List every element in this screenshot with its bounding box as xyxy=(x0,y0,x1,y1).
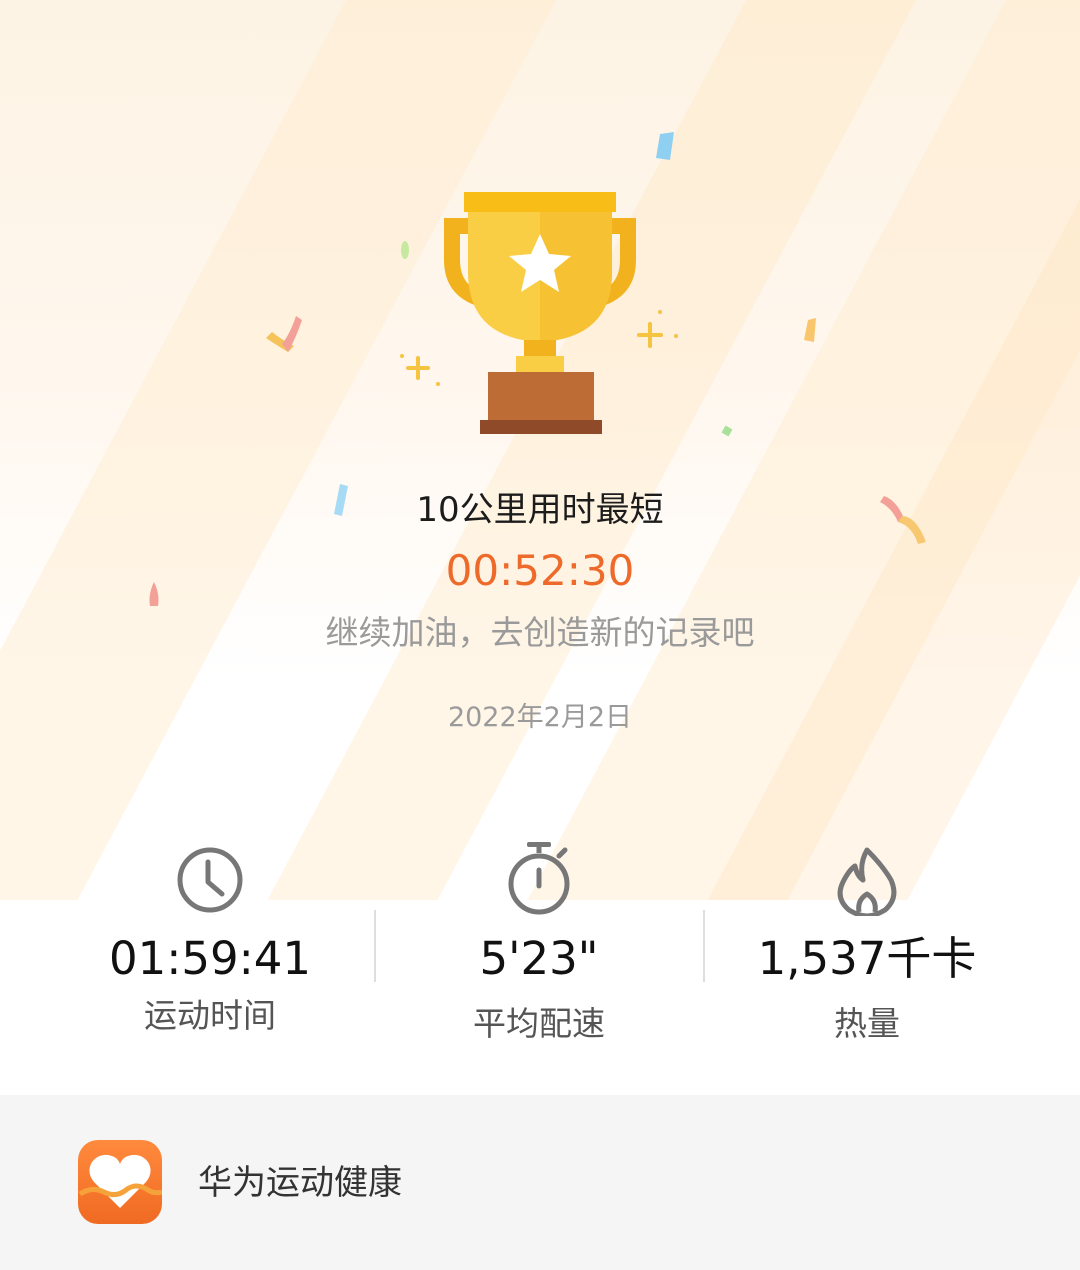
app-name: 华为运动健康 xyxy=(198,1163,402,1203)
confetti-icon xyxy=(721,425,733,437)
stat-label: 平均配速 xyxy=(473,1004,605,1043)
stat-value: 5'23" xyxy=(479,932,599,985)
record-value: 00:52:30 xyxy=(445,546,635,595)
confetti-icon xyxy=(656,132,674,160)
stat-value: 1,537千卡 xyxy=(757,932,977,985)
stat-average-pace: 5'23" 平均配速 xyxy=(374,840,704,1048)
sparkle-icon xyxy=(400,354,440,386)
confetti-icon xyxy=(401,241,409,259)
stat-label: 运动时间 xyxy=(144,996,276,1035)
stat-workout-time: 01:59:41 运动时间 xyxy=(45,840,375,1040)
stopwatch-icon xyxy=(508,842,570,915)
trophy-icon xyxy=(444,192,636,434)
app-footer: 华为运动健康 xyxy=(0,1095,1080,1270)
record-title: 10公里用时最短 xyxy=(416,490,664,530)
clock-icon xyxy=(177,847,243,913)
stat-label: 热量 xyxy=(834,1004,900,1043)
stat-value: 01:59:41 xyxy=(108,932,312,985)
confetti-icon xyxy=(804,318,816,342)
flame-icon xyxy=(837,847,897,916)
record-date: 2022年2月2日 xyxy=(447,702,633,733)
confetti-icon xyxy=(266,316,302,352)
encouragement-text: 继续加油，去创造新的记录吧 xyxy=(325,613,755,652)
stat-calories: 1,537千卡 热量 xyxy=(702,840,1032,1048)
heart-health-app-icon[interactable] xyxy=(78,1140,162,1224)
achievement-card: 10公里用时最短 00:52:30 继续加油，去创造新的记录吧 2022年2月2… xyxy=(0,0,1080,1095)
